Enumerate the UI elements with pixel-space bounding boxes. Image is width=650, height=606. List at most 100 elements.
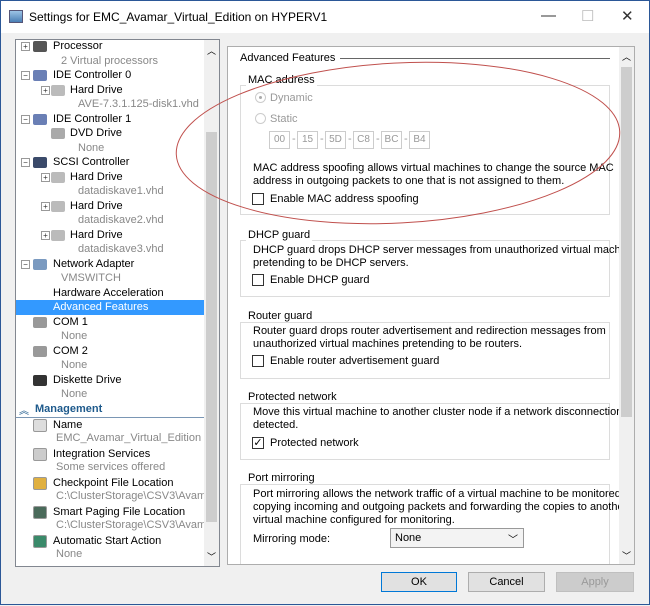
tree-item[interactable]: Hardware Acceleration <box>16 286 204 301</box>
tree-item-label: Network Adapter <box>53 257 135 270</box>
tree-item[interactable]: Integration Services <box>16 447 204 462</box>
window-title: Settings for EMC_Avamar_Virtual_Edition … <box>29 10 328 24</box>
mac-spoofing-checkbox[interactable] <box>252 193 264 205</box>
mac-octet-field[interactable]: 15 <box>297 131 318 149</box>
tree-item[interactable]: + Hard Drive <box>16 228 204 243</box>
mac-octet-field[interactable]: 00 <box>269 131 290 149</box>
protected-network-label: Protected network <box>246 391 339 403</box>
mirroring-mode-select[interactable]: None ﹀ <box>390 528 524 548</box>
mac-separator: - <box>404 133 408 145</box>
tree-item-label: Hard Drive <box>70 199 123 212</box>
tree-item[interactable]: Automatic Start Action <box>16 534 204 549</box>
mirror-description-2: copying incoming and outgoing packets an… <box>253 501 628 513</box>
management-header-label: Management <box>35 402 103 415</box>
dynamic-label: Dynamic <box>270 92 313 104</box>
expander-icon[interactable]: − <box>21 158 30 167</box>
tree-item[interactable]: + Hard Drive <box>16 83 204 98</box>
tree-item[interactable]: − IDE Controller 1 <box>16 112 204 127</box>
tree-item-label: Diskette Drive <box>53 373 122 386</box>
panel-title: Advanced Features <box>240 52 336 64</box>
tree-scrollbar[interactable]: ︿ ﹀ <box>204 40 219 566</box>
mirror-description-3: virtual machine configured for monitorin… <box>253 514 455 526</box>
close-button[interactable]: ✕ <box>621 7 634 25</box>
mirror-description: Port mirroring allows the network traffi… <box>253 488 635 500</box>
static-radio[interactable] <box>255 113 266 124</box>
tree-item[interactable]: COM 1 <box>16 315 204 330</box>
scroll-up-icon[interactable]: ︿ <box>207 44 216 57</box>
advanced-features-panel: Advanced Features MAC address Dynamic St… <box>227 46 635 565</box>
smart-paging-icon <box>33 505 47 519</box>
ide-controller-icon <box>33 70 47 81</box>
tree-item[interactable]: + Hard Drive <box>16 170 204 185</box>
mac-octet-field[interactable]: C8 <box>353 131 374 149</box>
tree-item-detail: C:\ClusterStorage\CSV3\Avamar\ <box>56 519 220 531</box>
hard-drive-icon <box>51 200 65 212</box>
ok-button[interactable]: OK <box>381 572 457 592</box>
tree-item-label: COM 1 <box>53 315 88 328</box>
tree-item-label: Name <box>53 418 83 431</box>
maximize-button[interactable]: ☐ <box>581 7 594 25</box>
expander-icon[interactable]: + <box>41 201 50 211</box>
tree-item[interactable]: DVD Drive <box>16 126 204 141</box>
integration-services-icon <box>33 447 47 461</box>
dhcp-guard-checkbox[interactable] <box>252 274 264 286</box>
mac-octet-field[interactable]: 5D <box>325 131 346 149</box>
tree-item[interactable]: Diskette Drive <box>16 373 204 388</box>
mac-separator: - <box>376 133 380 145</box>
router-guard-checkbox[interactable] <box>252 355 264 367</box>
tree-item[interactable]: Checkpoint File Location <box>16 476 204 491</box>
expander-icon[interactable]: − <box>21 259 30 269</box>
tree-item[interactable]: Name <box>16 418 204 433</box>
tree-item-label: Processor <box>53 40 103 52</box>
com-port-icon <box>33 316 47 328</box>
expander-icon[interactable]: + <box>21 42 30 51</box>
tree-item[interactable]: + Hard Drive <box>16 199 204 214</box>
dynamic-radio[interactable] <box>255 92 266 103</box>
panel-scroll-thumb[interactable] <box>621 67 632 417</box>
expander-icon[interactable]: + <box>41 230 50 240</box>
minimize-button[interactable]: — <box>541 7 556 24</box>
tree-item-label: Automatic Start Action <box>53 534 162 547</box>
expander-icon[interactable]: + <box>41 85 50 95</box>
panel-scrollbar[interactable]: ︿ ﹀ <box>619 47 634 564</box>
hard-drive-icon <box>51 171 65 183</box>
scroll-up-icon[interactable]: ︿ <box>622 50 631 63</box>
dvd-drive-icon <box>51 128 65 139</box>
tree-item[interactable]: Smart Paging File Location <box>16 505 204 520</box>
mac-spoofing-description: MAC address spoofing allows virtual mach… <box>253 162 614 174</box>
management-header[interactable]: ︽ Management <box>16 402 204 418</box>
protected-description-2: detected. <box>253 419 299 431</box>
router-description: Router guard drops router advertisement … <box>253 325 606 337</box>
expander-icon[interactable]: − <box>21 71 30 80</box>
collapse-section-icon[interactable]: ︽ <box>19 402 29 417</box>
cancel-button[interactable]: Cancel <box>468 572 545 592</box>
mac-octet-field[interactable]: BC <box>381 131 402 149</box>
router-description-2: unauthorized virtual machines pretending… <box>253 338 523 350</box>
tree-item[interactable]: − SCSI Controller <box>16 155 204 170</box>
expander-icon[interactable]: − <box>21 114 30 124</box>
tree-item-label: COM 2 <box>53 344 88 357</box>
tree-item[interactable]: − Network Adapter <box>16 257 204 272</box>
tree-item[interactable]: + Processor <box>16 40 204 54</box>
mac-octet-field[interactable]: B4 <box>409 131 430 149</box>
scroll-down-icon[interactable]: ﹀ <box>622 549 631 562</box>
apply-button[interactable]: Apply <box>556 572 634 592</box>
tree-item-label: Checkpoint File Location <box>53 476 174 489</box>
dhcp-guard-label: DHCP guard <box>246 229 313 241</box>
mac-separator: - <box>292 133 296 145</box>
tree-item-label: IDE Controller 1 <box>53 112 132 125</box>
protected-network-checkbox[interactable]: ✓ <box>252 437 264 449</box>
tree-item[interactable]: COM 2 <box>16 344 204 359</box>
scroll-down-icon[interactable]: ﹀ <box>207 550 216 563</box>
processor-icon <box>33 41 47 52</box>
static-label: Static <box>270 113 298 125</box>
tree-item-detail: None <box>56 548 83 560</box>
tree-item[interactable]: − IDE Controller 0 <box>16 68 204 83</box>
hardware-tree[interactable]: + Processor 2 Virtual processors − IDE Contr… <box>15 39 220 567</box>
tree-item[interactable]: Advanced Features <box>16 300 204 315</box>
dhcp-description-2: pretending to be DHCP servers. <box>253 257 409 269</box>
tree-item-label: IDE Controller 0 <box>53 69 132 81</box>
tree-scroll-thumb[interactable] <box>206 132 217 522</box>
tree-item-detail: C:\ClusterStorage\CSV3\Avamar\ <box>56 490 220 502</box>
expander-icon[interactable]: + <box>41 172 50 182</box>
